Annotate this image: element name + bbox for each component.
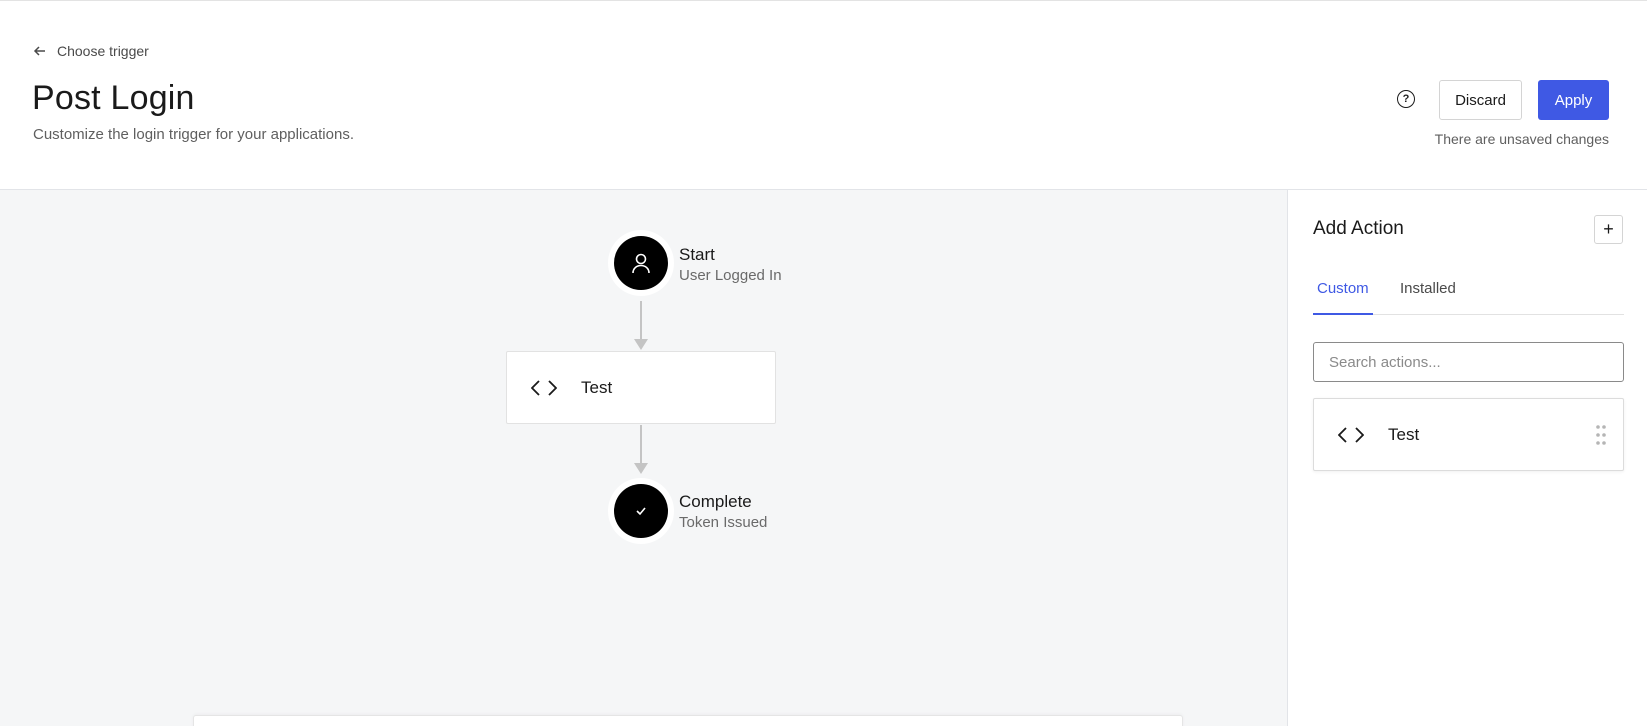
start-node-title: Start [679, 245, 715, 264]
page-subtitle: Customize the login trigger for your app… [33, 126, 354, 143]
connector-line [640, 425, 642, 465]
add-action-sidebar: Add Action + Custom Installed Test [1289, 190, 1647, 726]
page-title: Post Login [32, 79, 195, 117]
back-link[interactable]: Choose trigger [33, 43, 149, 59]
back-link-label: Choose trigger [57, 43, 149, 59]
check-icon [636, 507, 646, 516]
connector-arrow [634, 463, 648, 474]
flow-action-label: Test [581, 377, 613, 397]
apply-button[interactable]: Apply [1538, 80, 1609, 120]
flow-canvas[interactable]: Start User Logged In Test Complete Token… [0, 190, 1288, 726]
tab-installed[interactable]: Installed [1400, 280, 1456, 315]
start-node-label: Start User Logged In [679, 245, 782, 284]
add-action-button[interactable]: + [1594, 215, 1623, 244]
code-icon [1338, 426, 1364, 443]
drag-handle-icon[interactable] [1595, 424, 1607, 446]
arrow-left-icon [33, 46, 45, 56]
connector-line [640, 301, 642, 341]
complete-node [614, 484, 668, 538]
action-tabs: Custom Installed [1313, 278, 1624, 315]
help-button[interactable]: ? [1397, 90, 1415, 108]
page-header: Choose trigger Post Login Customize the … [0, 1, 1647, 190]
complete-node-subtitle: Token Issued [679, 514, 768, 531]
code-icon [531, 379, 557, 396]
user-icon [632, 253, 650, 274]
sidebar-action-label: Test [1388, 424, 1420, 444]
bottom-panel [193, 715, 1183, 726]
sidebar-title: Add Action [1313, 218, 1404, 239]
sidebar-action-item[interactable]: Test [1313, 398, 1624, 471]
complete-node-label: Complete Token Issued [679, 492, 767, 531]
start-node-subtitle: User Logged In [679, 267, 782, 284]
unsaved-changes-text: There are unsaved changes [1434, 131, 1609, 147]
discard-button[interactable]: Discard [1439, 80, 1522, 120]
complete-node-title: Complete [679, 492, 752, 511]
tab-custom[interactable]: Custom [1313, 280, 1373, 315]
question-circle-icon: ? [1402, 93, 1410, 105]
flow-action-card[interactable]: Test [506, 351, 776, 424]
search-actions-input[interactable] [1313, 342, 1624, 382]
connector-arrow [634, 339, 648, 350]
start-node [614, 236, 668, 290]
